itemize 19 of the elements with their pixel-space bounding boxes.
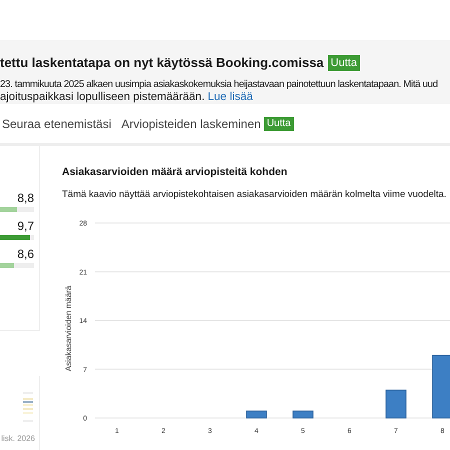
tab[interactable]: Seuraa etenemistäsi [2,104,112,143]
score-value: 9,7 [17,219,34,233]
bar [386,390,406,418]
bar [246,410,267,418]
banner-text: ajoituspaikkasi lopulliseen pistemäärään. [0,90,205,104]
chart-title: Asiakasarvioiden määrä arviopisteitä kohden [61,165,288,180]
tab[interactable]: Arviopisteiden laskeminen Uutta [121,104,294,143]
chart-subtitle: Tämä kaavio näyttää arviopistekohtaisen asiakasarvioiden määrän kolmelta viime vuodelta. [61,188,448,202]
banner-text: 23. tammikuuta 2025 alkaen uusimpia asiakaskokemuksia heijastavaan painotettuun laskentatapaan. Mitä uud [0,78,438,90]
bar [432,354,450,418]
score-value: 8,6 [17,247,34,261]
score-value: 8,8 [17,191,34,205]
y-axis-label: Asiakasarvioiden määrä [64,286,73,372]
new-badge: Uutta [328,54,360,71]
bar [292,410,314,418]
banner-title: tettu laskentatapa on nyt käytössä Booking.comissa [0,54,324,72]
new-badge: Uutta [264,116,294,130]
date-label: lisk. 2026 [1,433,35,445]
read-more-link[interactable]: Lue lisää [208,90,253,104]
